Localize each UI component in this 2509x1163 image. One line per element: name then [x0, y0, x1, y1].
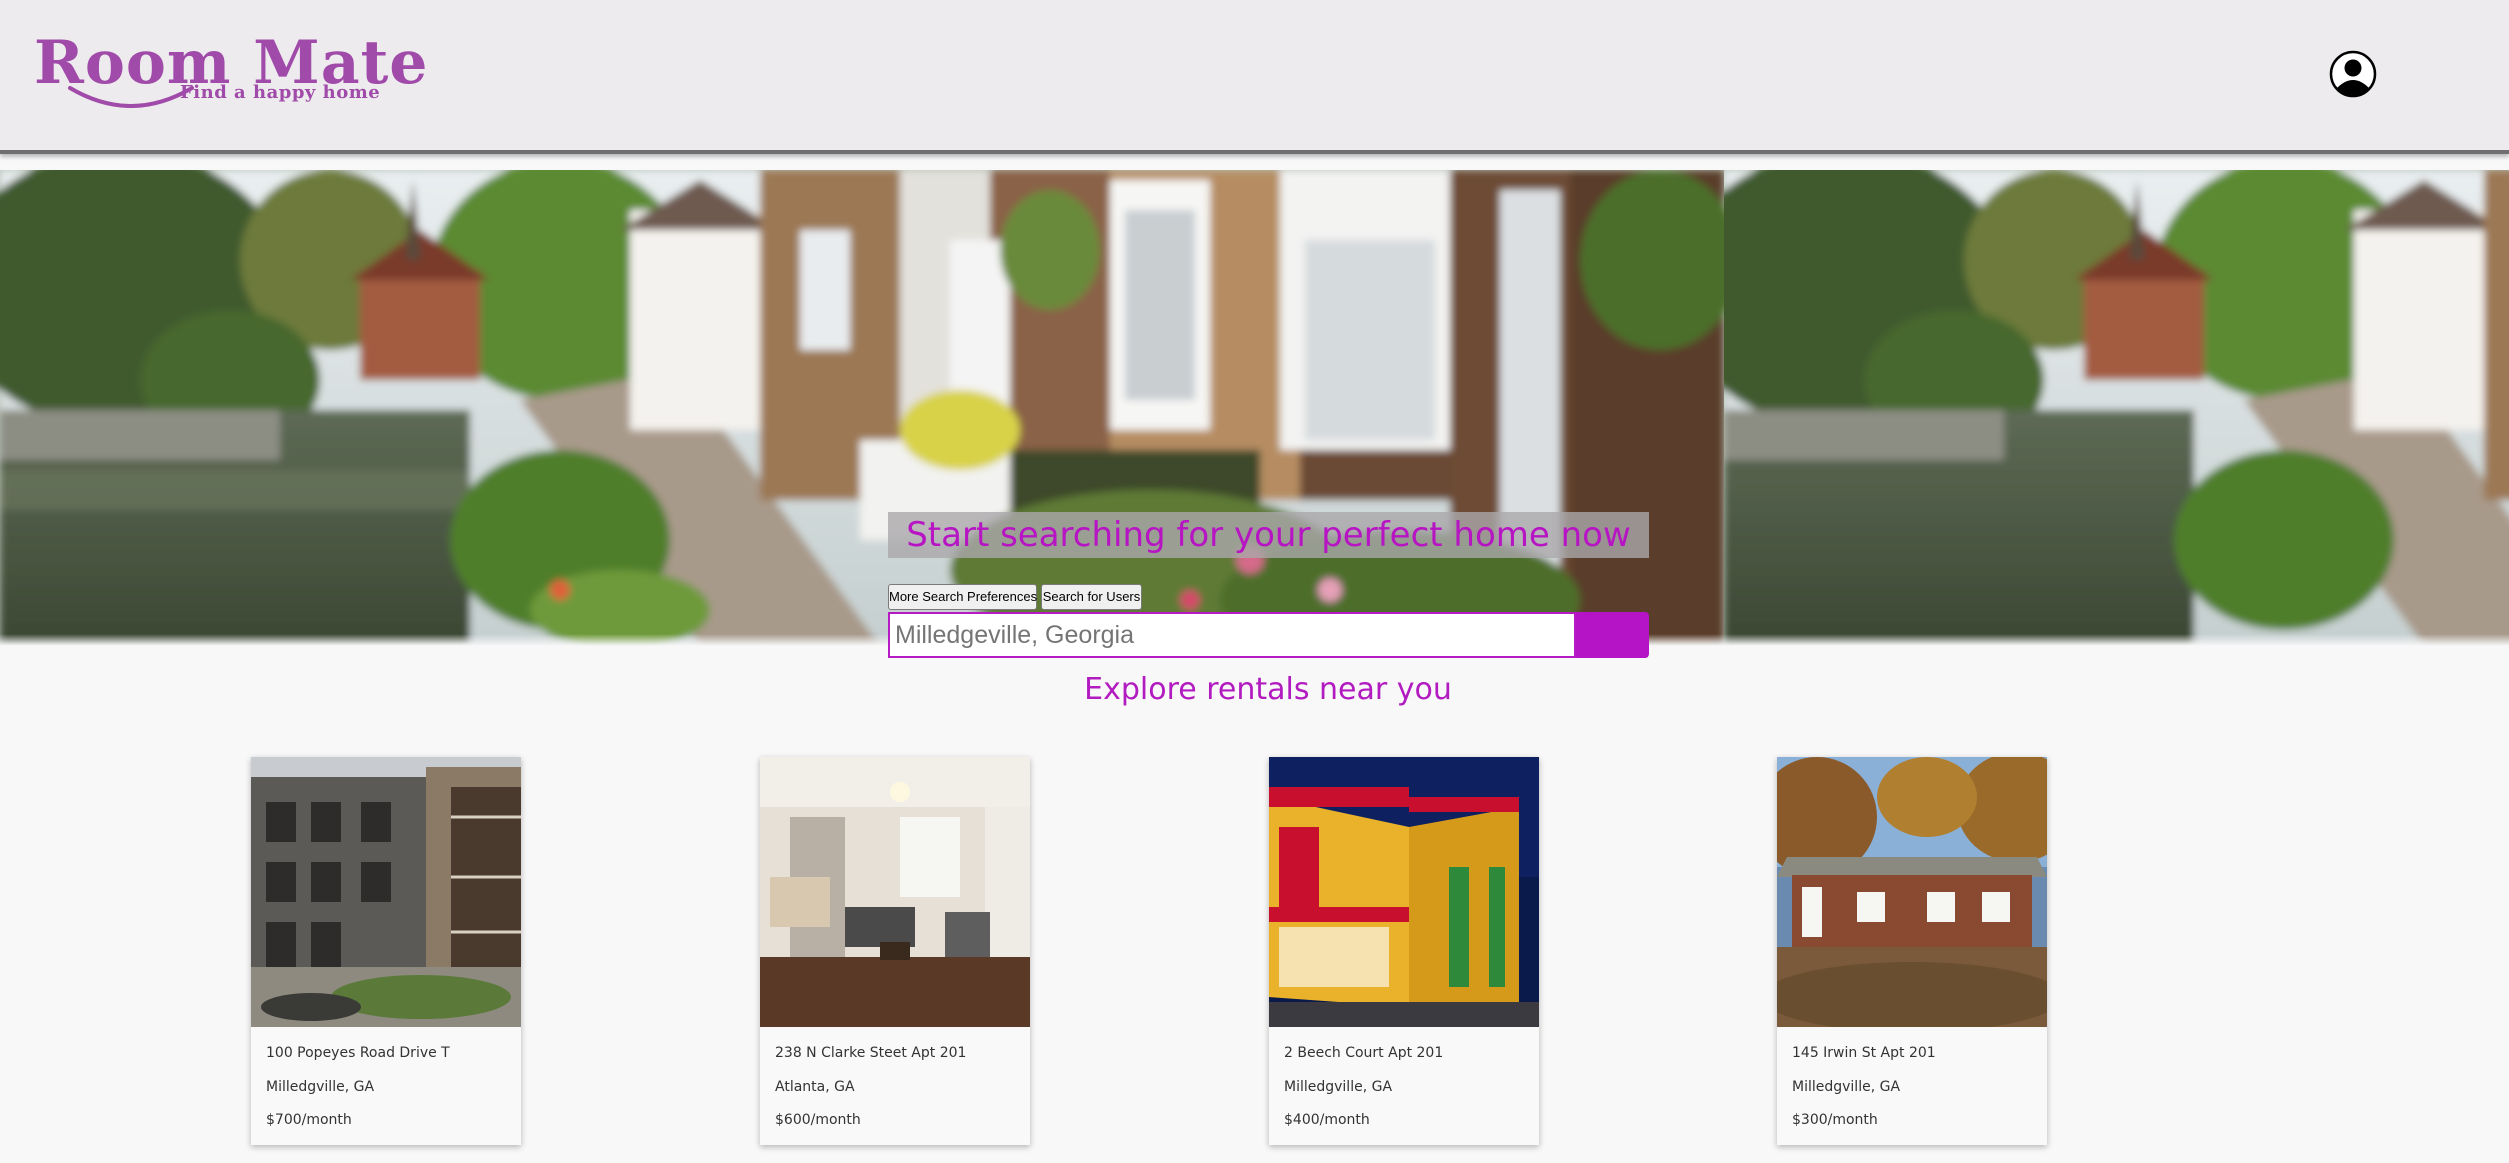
listing-card[interactable]: 145 Irwin St Apt 201 Milledgville, GA $3…	[1777, 757, 2047, 1145]
listing-address: 100 Popeyes Road Drive T	[266, 1045, 450, 1061]
listing-photo[interactable]	[760, 757, 1030, 1027]
listing-city: Milledgville, GA	[1792, 1079, 1901, 1095]
search-for-users-button[interactable]: Search for Users	[1041, 584, 1142, 610]
listing-photo[interactable]	[1777, 757, 2047, 1027]
search-heading: Start searching for your perfect home no…	[888, 512, 1649, 558]
listing-price: $300/month	[1792, 1112, 1878, 1128]
explore-rentals-heading: Explore rentals near you	[1084, 672, 1452, 707]
profile-button[interactable]	[2329, 50, 2377, 98]
listing-price: $600/month	[775, 1112, 861, 1128]
hero-background-image-repeat	[1724, 170, 2509, 646]
listing-card[interactable]: 2 Beech Court Apt 201 Milledgville, GA $…	[1269, 757, 1539, 1145]
listing-address: 238 N Clarke Steet Apt 201	[775, 1045, 967, 1061]
listing-city: Atlanta, GA	[775, 1079, 855, 1095]
logo-tagline: Find a happy home	[180, 82, 381, 103]
search-submit-button[interactable]	[1576, 612, 1649, 658]
room-mate-logo[interactable]: Room Mate Find a happy home	[34, 28, 427, 114]
hero-background-image	[0, 170, 1724, 646]
more-search-preferences-button[interactable]: More Search Preferences	[888, 584, 1037, 610]
listing-address: 2 Beech Court Apt 201	[1284, 1045, 1444, 1061]
listing-price: $700/month	[266, 1112, 352, 1128]
search-bar	[888, 612, 1649, 658]
user-circle-icon	[2329, 50, 2377, 98]
site-header: Room Mate Find a happy home	[0, 0, 2509, 154]
listing-address: 145 Irwin St Apt 201	[1792, 1045, 1936, 1061]
listing-city: Milledgville, GA	[266, 1079, 375, 1095]
listing-city: Milledgville, GA	[1284, 1079, 1393, 1095]
listing-price: $400/month	[1284, 1112, 1370, 1128]
smile-icon	[68, 86, 194, 108]
hero-banner	[0, 170, 2509, 646]
listing-photo[interactable]	[1269, 757, 1539, 1027]
location-search-input[interactable]	[888, 612, 1576, 658]
listing-card[interactable]: 100 Popeyes Road Drive T Milledgville, G…	[251, 757, 521, 1145]
listing-card[interactable]: 238 N Clarke Steet Apt 201 Atlanta, GA $…	[760, 757, 1030, 1145]
listing-photo[interactable]	[251, 757, 521, 1027]
